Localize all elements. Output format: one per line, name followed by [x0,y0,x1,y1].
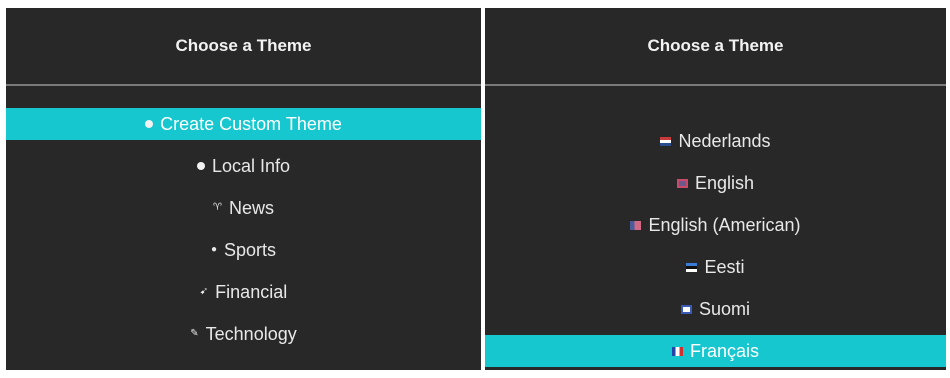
menu-item-financial[interactable]: ➹ Financial [6,271,481,313]
technology-icon: ✎ [190,328,199,339]
dot-icon [196,162,205,170]
financial-icon: ➹ [199,286,209,297]
dot-icon [145,120,154,128]
menu-title: Choose a Theme [175,36,312,55]
flag-estonia-icon [686,262,698,272]
menu-item-label: Français [689,340,760,361]
menu-item-label: English (American) [648,214,801,235]
menu-item-francais[interactable]: Français [485,335,946,367]
menu-item-label: Suomi [698,298,751,319]
menu-item-english-american[interactable]: English (American) [485,204,946,246]
menu-item-technology[interactable]: ✎ Technology [6,313,481,355]
menu-item-eesti[interactable]: Eesti [485,246,946,288]
menu-item-label: News [228,197,274,218]
menu-title: Choose a Theme [647,36,784,55]
menu-item-label: Eesti [704,256,745,277]
menu-item-label: Nederlands [678,130,771,151]
menu-item-label: Sports [224,239,277,260]
menu-header: Choose a Theme [485,8,946,86]
sports-icon: ● [210,244,217,255]
menu-item-sports[interactable]: ● Sports [6,229,481,271]
menu-header: Choose a Theme [6,8,481,86]
flag-france-icon [671,346,683,356]
news-icon: ♈ [213,202,222,213]
menu-item-english[interactable]: English [485,162,946,204]
menu-item-news[interactable]: ♈ News [6,187,481,229]
language-list: Nederlands English English (American) Ee… [485,120,946,370]
theme-menu-left: Choose a Theme Create Custom Theme Local… [6,8,481,370]
flag-us-icon [630,220,642,230]
menu-item-label: Financial [215,281,288,302]
flag-netherlands-icon [660,136,672,146]
menu-item-create-custom-theme[interactable]: Create Custom Theme [6,108,481,140]
menu-item-label: English [694,172,755,193]
menu-item-suomi[interactable]: Suomi [485,288,946,330]
flag-finland-icon [680,304,692,314]
theme-menu-right: Choose a Theme Nederlands English Englis… [485,8,946,370]
menu-item-nederlands[interactable]: Nederlands [485,120,946,162]
screenshot-stage: Choose a Theme Create Custom Theme Local… [0,0,950,378]
menu-item-label: Create Custom Theme [160,113,342,134]
flag-uk-icon [676,178,688,188]
menu-item-label: Technology [205,323,297,344]
menu-item-local-info[interactable]: Local Info [6,145,481,187]
theme-list: Create Custom Theme Local Info ♈ News ● … [6,108,481,355]
menu-item-label: Local Info [211,155,291,176]
